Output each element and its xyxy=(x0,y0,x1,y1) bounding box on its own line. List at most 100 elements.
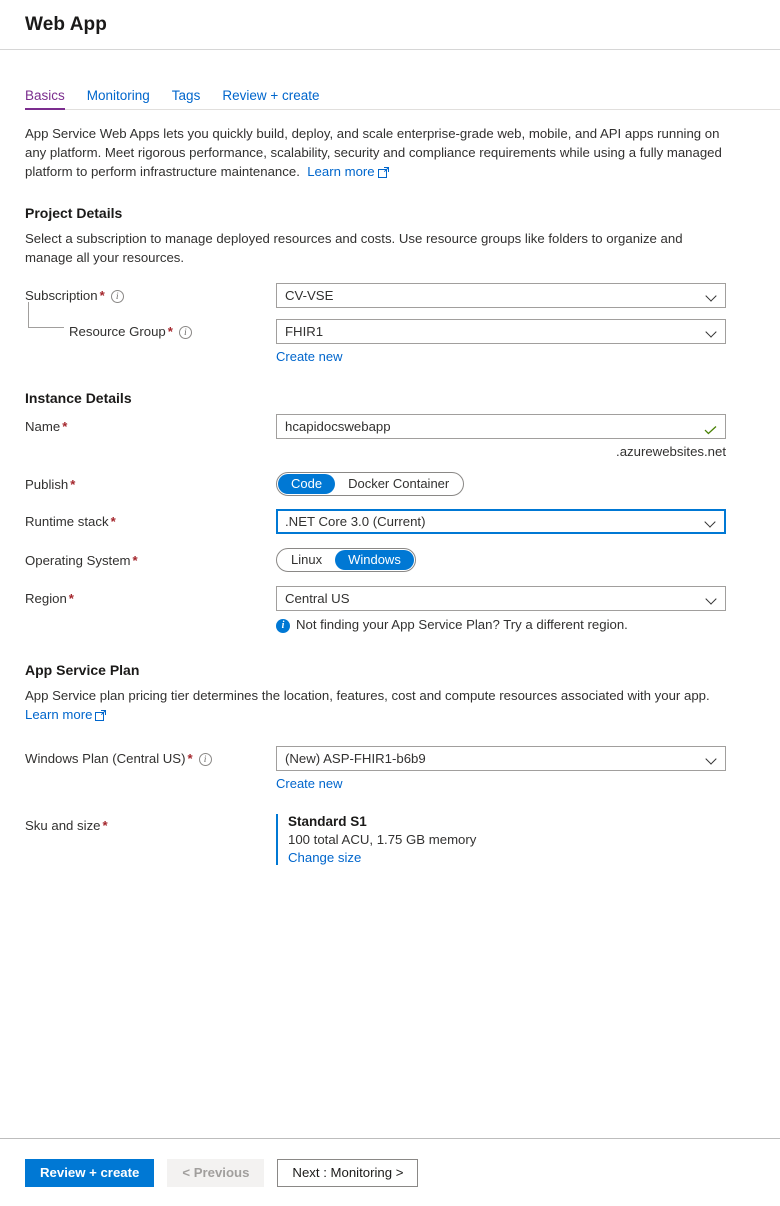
windows-plan-create-new-link[interactable]: Create new xyxy=(276,776,342,791)
instance-details-heading: Instance Details xyxy=(25,390,132,406)
app-service-plan-learn-more-link[interactable]: Learn more xyxy=(25,707,92,722)
runtime-stack-dropdown[interactable]: .NET Core 3.0 (Current) xyxy=(276,509,726,534)
name-field: hcapidocswebapp .azurewebsites.net xyxy=(276,414,726,459)
chevron-down-icon xyxy=(707,327,717,337)
region-required-marker: * xyxy=(68,591,74,606)
sku-change-size-wrap: Change size xyxy=(288,850,726,865)
app-service-plan-heading: App Service Plan xyxy=(25,662,140,678)
page-header: Web App xyxy=(0,0,780,50)
publish-option-code[interactable]: Code xyxy=(278,474,336,494)
resource-group-create-new-wrap: Create new xyxy=(276,349,726,364)
publish-required-marker: * xyxy=(70,477,76,492)
tab-review-create[interactable]: Review + create xyxy=(222,88,319,110)
name-row: Name * hcapidocswebapp .azurewebsites.net xyxy=(25,414,755,459)
sku-field: Standard S1 100 total ACU, 1.75 GB memor… xyxy=(276,813,726,865)
name-label-wrap: Name * xyxy=(25,414,276,435)
tab-monitoring[interactable]: Monitoring xyxy=(87,88,150,110)
chevron-down-icon xyxy=(707,754,717,764)
name-label: Name xyxy=(25,419,61,434)
operating-system-required-marker: * xyxy=(132,553,138,568)
runtime-stack-required-marker: * xyxy=(110,514,116,529)
resource-group-create-new-link[interactable]: Create new xyxy=(276,349,342,364)
subscription-value: CV-VSE xyxy=(285,288,334,303)
region-dropdown[interactable]: Central US xyxy=(276,586,726,611)
sku-tier-name: Standard S1 xyxy=(288,814,367,829)
review-create-button[interactable]: Review + create xyxy=(25,1158,155,1187)
os-option-windows[interactable]: Windows xyxy=(335,550,414,570)
resource-group-required-marker: * xyxy=(167,324,173,339)
sku-summary-block: Standard S1 100 total ACU, 1.75 GB memor… xyxy=(276,814,726,865)
sku-and-size-row: Sku and size * Standard S1 100 total ACU,… xyxy=(25,813,755,865)
windows-plan-label: Windows Plan (Central US) xyxy=(25,751,186,766)
info-icon[interactable]: i xyxy=(178,326,192,339)
page-title: Web App xyxy=(25,13,107,35)
region-label-wrap: Region * xyxy=(25,586,276,607)
chevron-down-icon xyxy=(707,594,717,604)
wizard-tabs: Basics Monitoring Tags Review + create xyxy=(0,72,780,110)
operating-system-label-wrap: Operating System * xyxy=(25,548,276,569)
resource-group-row: Resource Group * i FHIR1 Create new xyxy=(25,302,755,364)
resource-group-label: Resource Group xyxy=(69,324,166,339)
tab-tags[interactable]: Tags xyxy=(172,88,201,110)
intro-learn-more-link[interactable]: Learn more xyxy=(307,164,374,179)
operating-system-label: Operating System xyxy=(25,553,131,568)
subscription-required-marker: * xyxy=(99,288,105,303)
operating-system-toggle-group: Linux Windows xyxy=(276,548,416,572)
os-option-linux[interactable]: Linux xyxy=(278,550,335,570)
operating-system-field: Linux Windows xyxy=(276,548,726,572)
runtime-stack-row: Runtime stack * .NET Core 3.0 (Current) xyxy=(25,509,755,534)
resource-group-value: FHIR1 xyxy=(285,324,324,339)
windows-plan-create-new-wrap: Create new xyxy=(276,776,726,791)
region-value: Central US xyxy=(285,591,350,606)
windows-plan-dropdown[interactable]: (New) ASP-FHIR1-b6b9 xyxy=(276,746,726,771)
sku-label-wrap: Sku and size * xyxy=(25,813,276,834)
publish-label: Publish xyxy=(25,477,69,492)
intro-description: App Service Web Apps lets you quickly bu… xyxy=(25,124,725,183)
windows-plan-value: (New) ASP-FHIR1-b6b9 xyxy=(285,751,426,766)
name-suffix: .azurewebsites.net xyxy=(616,444,726,459)
resource-group-label-wrap: Resource Group * i xyxy=(25,302,276,340)
windows-plan-field: (New) ASP-FHIR1-b6b9 Create new xyxy=(276,746,726,791)
publish-toggle-group: Code Docker Container xyxy=(276,472,465,496)
info-icon[interactable]: i xyxy=(110,290,124,303)
resource-group-dropdown[interactable]: FHIR1 xyxy=(276,319,726,344)
region-label: Region xyxy=(25,591,67,606)
subscription-row: Subscription * i CV-VSE xyxy=(25,283,755,308)
project-details-description: Select a subscription to manage deployed… xyxy=(25,231,683,265)
info-icon[interactable]: i xyxy=(198,753,212,766)
subscription-dropdown[interactable]: CV-VSE xyxy=(276,283,726,308)
name-input[interactable]: hcapidocswebapp xyxy=(276,414,726,439)
region-row: Region * Central US i Not finding your Ap… xyxy=(25,586,755,633)
resource-group-field: FHIR1 Create new xyxy=(276,319,726,364)
publish-label-wrap: Publish * xyxy=(25,472,276,493)
next-monitoring-button[interactable]: Next : Monitoring > xyxy=(277,1158,419,1187)
windows-plan-required-marker: * xyxy=(187,751,193,766)
subscription-field: CV-VSE xyxy=(276,283,726,308)
subscription-label-wrap: Subscription * i xyxy=(25,283,276,304)
name-value: hcapidocswebapp xyxy=(285,419,391,434)
subscription-label: Subscription xyxy=(25,288,98,303)
external-link-icon xyxy=(377,164,389,183)
app-service-plan-description-text: App Service plan pricing tier determines… xyxy=(25,688,710,703)
windows-plan-label-wrap: Windows Plan (Central US) * i xyxy=(25,746,276,767)
external-link-icon xyxy=(95,707,107,726)
change-size-link[interactable]: Change size xyxy=(288,850,361,865)
windows-plan-row: Windows Plan (Central US) * i (New) ASP-FH… xyxy=(25,746,755,791)
checkmark-icon xyxy=(704,422,717,434)
project-details-heading: Project Details xyxy=(25,205,123,221)
region-notice-text: Not finding your App Service Plan? Try a… xyxy=(296,617,628,632)
sku-tier-description: 100 total ACU, 1.75 GB memory xyxy=(288,832,477,847)
publish-row: Publish * Code Docker Container xyxy=(25,472,755,496)
chevron-down-icon xyxy=(707,291,717,301)
previous-button: < Previous xyxy=(167,1158,265,1187)
region-field: Central US i Not finding your App Servic… xyxy=(276,586,726,633)
runtime-stack-label-wrap: Runtime stack * xyxy=(25,509,276,530)
operating-system-row: Operating System * Linux Windows xyxy=(25,548,755,572)
tab-basics[interactable]: Basics xyxy=(25,88,65,110)
name-required-marker: * xyxy=(62,419,68,434)
chevron-down-icon xyxy=(706,517,716,527)
info-filled-icon: i xyxy=(276,619,290,633)
runtime-stack-field: .NET Core 3.0 (Current) xyxy=(276,509,726,534)
publish-option-docker-container[interactable]: Docker Container xyxy=(335,474,462,494)
tree-connector-line xyxy=(28,302,64,328)
